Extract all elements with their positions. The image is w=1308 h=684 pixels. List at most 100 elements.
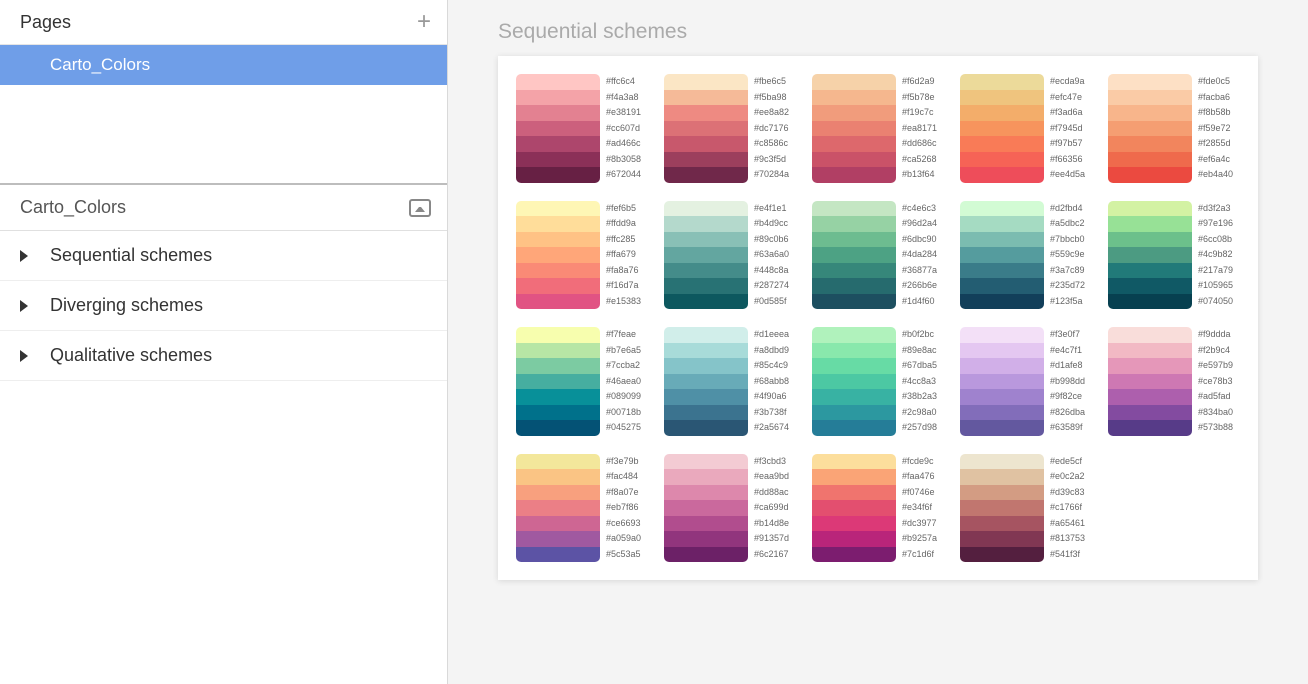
layer-list: Sequential schemesDiverging schemesQuali…: [0, 231, 447, 381]
swatch-hex: #b9257a: [902, 531, 937, 547]
color-scheme[interactable]: #ede5cf#e0c2a2#d39c83#c1766f#a65461#8137…: [960, 454, 1090, 563]
color-scheme[interactable]: #d1eeea#a8dbd9#85c4c9#68abb8#4f90a6#3b73…: [664, 327, 794, 436]
swatch: [516, 531, 600, 547]
swatch: [1108, 294, 1192, 310]
swatch-stack: [664, 74, 748, 183]
swatch: [960, 247, 1044, 263]
color-scheme[interactable]: #f3e0f7#e4c7f1#d1afe8#b998dd#9f82ce#826d…: [960, 327, 1090, 436]
swatch-hex: #ffa679: [606, 247, 641, 263]
swatch: [960, 327, 1044, 343]
swatch: [960, 232, 1044, 248]
color-scheme[interactable]: #b0f2bc#89e8ac#67dba5#4cc8a3#38b2a3#2c98…: [812, 327, 942, 436]
color-scheme[interactable]: #c4e6c3#96d2a4#6dbc90#4da284#36877a#266b…: [812, 201, 942, 310]
color-scheme[interactable]: #ecda9a#efc47e#f3ad6a#f7945d#f97b57#f663…: [960, 74, 1090, 183]
swatch-hex: #facba6: [1198, 90, 1233, 106]
swatch-hex: #3b738f: [754, 405, 789, 421]
swatch-hex: #dd686c: [902, 136, 937, 152]
color-scheme[interactable]: #f3e79b#fac484#f8a07e#eb7f86#ce6693#a059…: [516, 454, 646, 563]
swatch-hex: #dc3977: [902, 516, 937, 532]
swatch-hex: #89c0b6: [754, 232, 789, 248]
color-scheme[interactable]: #fde0c5#facba6#f8b58b#f59e72#f2855d#ef6a…: [1108, 74, 1238, 183]
swatch: [664, 327, 748, 343]
page-item-carto-colors[interactable]: Carto_Colors: [0, 45, 447, 85]
swatch: [516, 247, 600, 263]
swatch-hex: #7bbcb0: [1050, 232, 1085, 248]
swatch: [1108, 201, 1192, 217]
swatch: [664, 294, 748, 310]
swatch-hex: #f59e72: [1198, 121, 1233, 137]
swatch-labels: #d1eeea#a8dbd9#85c4c9#68abb8#4f90a6#3b73…: [748, 327, 789, 436]
swatch: [960, 152, 1044, 168]
swatch: [960, 216, 1044, 232]
swatch-hex: #ea8171: [902, 121, 937, 137]
color-scheme[interactable]: #f3cbd3#eaa9bd#dd88ac#ca699d#b14d8e#9135…: [664, 454, 794, 563]
color-scheme[interactable]: #f6d2a9#f5b78e#f19c7c#ea8171#dd686c#ca52…: [812, 74, 942, 183]
swatch-hex: #ffc285: [606, 232, 641, 248]
color-scheme[interactable]: #d2fbd4#a5dbc2#7bbcb0#559c9e#3a7c89#235d…: [960, 201, 1090, 310]
swatch-hex: #f4a3a8: [606, 90, 641, 106]
swatch: [664, 516, 748, 532]
canvas[interactable]: Sequential schemes #ffc6c4#f4a3a8#e38191…: [448, 0, 1308, 684]
artboard[interactable]: #ffc6c4#f4a3a8#e38191#cc607d#ad466c#8b30…: [498, 56, 1258, 580]
swatch: [812, 389, 896, 405]
layer-item[interactable]: Qualitative schemes: [0, 331, 447, 381]
swatch-labels: #f7feae#b7e6a5#7ccba2#46aea0#089099#0071…: [600, 327, 641, 436]
layer-root-header[interactable]: Carto_Colors: [0, 185, 447, 231]
swatch-hex: #f8a07e: [606, 485, 641, 501]
swatch-hex: #d2fbd4: [1050, 201, 1085, 217]
swatch-hex: #fef6b5: [606, 201, 641, 217]
swatch: [516, 216, 600, 232]
swatch: [960, 343, 1044, 359]
swatch: [960, 389, 1044, 405]
swatch: [516, 74, 600, 90]
swatch-labels: #fde0c5#facba6#f8b58b#f59e72#f2855d#ef6a…: [1192, 74, 1233, 183]
swatch-hex: #fac484: [606, 469, 641, 485]
swatch-stack: [960, 454, 1044, 563]
swatch-labels: #fcde9c#faa476#f0746e#e34f6f#dc3977#b925…: [896, 454, 937, 563]
swatch-hex: #f97b57: [1050, 136, 1085, 152]
swatch-hex: #6dbc90: [902, 232, 937, 248]
swatch-hex: #85c4c9: [754, 358, 789, 374]
swatch: [1108, 152, 1192, 168]
swatch: [812, 420, 896, 436]
swatch-hex: #96d2a4: [902, 216, 937, 232]
swatch-hex: #fbe6c5: [754, 74, 789, 90]
swatch: [664, 343, 748, 359]
color-scheme[interactable]: #fef6b5#ffdd9a#ffc285#ffa679#fa8a76#f16d…: [516, 201, 646, 310]
swatch: [960, 74, 1044, 90]
layer-item[interactable]: Diverging schemes: [0, 281, 447, 331]
swatch: [1108, 327, 1192, 343]
color-scheme[interactable]: #fcde9c#faa476#f0746e#e34f6f#dc3977#b925…: [812, 454, 942, 563]
layer-item[interactable]: Sequential schemes: [0, 231, 447, 281]
swatch: [664, 358, 748, 374]
swatch-hex: #ffc6c4: [606, 74, 641, 90]
swatch-hex: #ca5268: [902, 152, 937, 168]
swatch: [812, 216, 896, 232]
swatch: [960, 531, 1044, 547]
swatch-labels: #e4f1e1#b4d9cc#89c0b6#63a6a0#448c8a#2872…: [748, 201, 789, 310]
swatch-hex: #f6d2a9: [902, 74, 937, 90]
swatch: [960, 136, 1044, 152]
color-scheme[interactable]: #fbe6c5#f5ba98#ee8a82#dc7176#c8586c#9c3f…: [664, 74, 794, 183]
swatch-hex: #105965: [1198, 278, 1233, 294]
swatch: [1108, 247, 1192, 263]
layer-root-label: Carto_Colors: [20, 197, 126, 218]
swatch: [664, 469, 748, 485]
plus-icon[interactable]: +: [417, 10, 431, 34]
swatch-hex: #fcde9c: [902, 454, 937, 470]
swatch-stack: [1108, 327, 1192, 436]
color-scheme[interactable]: #d3f2a3#97e196#6cc08b#4c9b82#217a79#1059…: [1108, 201, 1238, 310]
swatch-hex: #b14d8e: [754, 516, 789, 532]
swatch-hex: #c1766f: [1050, 500, 1085, 516]
color-scheme[interactable]: #e4f1e1#b4d9cc#89c0b6#63a6a0#448c8a#2872…: [664, 201, 794, 310]
swatch-hex: #5c53a5: [606, 547, 641, 563]
color-scheme[interactable]: #f9ddda#f2b9c4#e597b9#ce78b3#ad5fad#834b…: [1108, 327, 1238, 436]
swatch-hex: #8b3058: [606, 152, 641, 168]
color-scheme[interactable]: #ffc6c4#f4a3a8#e38191#cc607d#ad466c#8b30…: [516, 74, 646, 183]
swatch: [516, 374, 600, 390]
color-scheme[interactable]: #f7feae#b7e6a5#7ccba2#46aea0#089099#0071…: [516, 327, 646, 436]
artboard-title: Sequential schemes: [498, 20, 1258, 44]
swatch-hex: #fde0c5: [1198, 74, 1233, 90]
pages-list: Carto_Colors: [0, 45, 447, 185]
swatch-hex: #e4c7f1: [1050, 343, 1085, 359]
